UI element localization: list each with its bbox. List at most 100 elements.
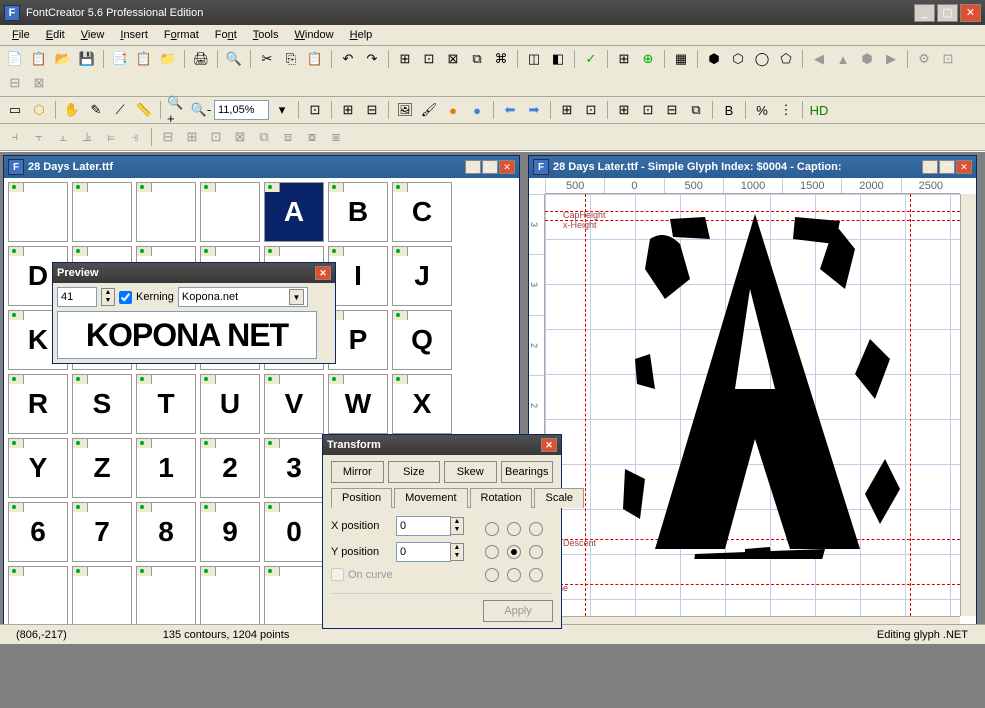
print-icon[interactable]: 🖨 (190, 48, 212, 70)
tool-s-icon[interactable]: ⚙ (913, 48, 935, 70)
paste2-icon[interactable]: 📋 (304, 48, 326, 70)
tool-f-icon[interactable]: ◫ (523, 48, 545, 70)
glyph-cell[interactable] (72, 182, 132, 242)
grid-b-icon[interactable]: ⊟ (361, 99, 383, 121)
lasso-icon[interactable]: ⬡ (28, 99, 50, 121)
align-a-icon[interactable]: ⫞ (4, 126, 26, 148)
glyph-cell[interactable]: 8 (136, 502, 196, 562)
glyph-cell[interactable]: Z (72, 438, 132, 498)
tool-a-icon[interactable]: ⊞ (394, 48, 416, 70)
paste-icon[interactable]: 📋 (133, 48, 155, 70)
glyph-cell[interactable]: S (72, 374, 132, 434)
dist-d-icon[interactable]: ⊠ (229, 126, 251, 148)
canvas-inner[interactable]: CapHeight x-Height Descent eline (545, 194, 960, 616)
dist-g-icon[interactable]: ⧇ (301, 126, 323, 148)
editor-min-button[interactable]: _ (922, 160, 938, 174)
tool-b-icon[interactable]: ⊡ (418, 48, 440, 70)
apply-button[interactable]: Apply (483, 600, 553, 622)
menu-insert[interactable]: Insert (112, 27, 156, 43)
bearings-button[interactable]: Bearings (501, 461, 554, 483)
tool-r-icon[interactable]: ▶ (880, 48, 902, 70)
guide-a-icon[interactable]: ⊞ (613, 99, 635, 121)
glyph-cell[interactable]: 2 (200, 438, 260, 498)
glyph-cell[interactable] (200, 566, 260, 626)
color2-icon[interactable]: ● (466, 99, 488, 121)
preview-size-input[interactable] (57, 287, 97, 307)
folder-icon[interactable]: 📁 (157, 48, 179, 70)
tab-scale[interactable]: Scale (534, 488, 584, 508)
glyph-cell[interactable]: I (328, 246, 388, 306)
oncurve-checkbox[interactable] (331, 568, 344, 581)
align-c-icon[interactable]: ⫠ (52, 126, 74, 148)
overview-close-button[interactable]: ✕ (499, 160, 515, 174)
color-icon[interactable]: ● (442, 99, 464, 121)
tool-d-icon[interactable]: ⧉ (466, 48, 488, 70)
dist-e-icon[interactable]: ⧉ (253, 126, 275, 148)
fit-icon[interactable]: ⊡ (304, 99, 326, 121)
tool-t-icon[interactable]: ⊡ (937, 48, 959, 70)
zoom-in-icon[interactable]: 🔍+ (166, 99, 188, 121)
tool-k-icon[interactable]: ⬢ (703, 48, 725, 70)
align-e-icon[interactable]: ⫢ (100, 126, 122, 148)
menu-file[interactable]: File (4, 27, 38, 43)
maximize-button[interactable]: ▢ (937, 4, 958, 22)
glyph-cell[interactable] (8, 182, 68, 242)
image-icon[interactable]: 🖼 (394, 99, 416, 121)
brush-icon[interactable]: 🖌 (418, 99, 440, 121)
tool-q-icon[interactable]: ⬢ (856, 48, 878, 70)
glyph-cell[interactable] (72, 566, 132, 626)
transform-header[interactable]: Transform ✕ (323, 435, 561, 455)
tool-g-icon[interactable]: ◧ (547, 48, 569, 70)
hand-icon[interactable]: ✋ (61, 99, 83, 121)
xpos-input[interactable] (396, 516, 451, 536)
scrollbar-v[interactable] (960, 194, 976, 616)
glyph-cell[interactable]: 7 (72, 502, 132, 562)
glyph-cell[interactable]: 0 (264, 502, 324, 562)
find-icon[interactable]: 🔍 (223, 48, 245, 70)
ypos-spinner[interactable]: ▲▼ (450, 543, 464, 561)
glyph-cell[interactable]: Y (8, 438, 68, 498)
glyph-cell[interactable]: A (264, 182, 324, 242)
snap-icon[interactable]: ⊡ (580, 99, 602, 121)
glyph-cell[interactable]: Q (392, 310, 452, 370)
menu-font[interactable]: Font (207, 27, 245, 43)
menu-help[interactable]: Help (342, 27, 381, 43)
glyph-shape[interactable] (595, 209, 915, 559)
zoom-out-icon[interactable]: 🔍- (190, 99, 212, 121)
tool-u-icon[interactable]: ⊟ (4, 72, 26, 94)
align-b-icon[interactable]: ⫟ (28, 126, 50, 148)
percent-icon[interactable]: % (751, 99, 773, 121)
tab-position[interactable]: Position (331, 488, 392, 508)
zoom-dropdown-icon[interactable]: ▾ (271, 99, 293, 121)
tool-h-icon[interactable]: ⊞ (613, 48, 635, 70)
glyph-cell[interactable]: V (264, 374, 324, 434)
tool-e-icon[interactable]: ⌘ (490, 48, 512, 70)
check-icon[interactable]: ✓ (580, 48, 602, 70)
menu-view[interactable]: View (73, 27, 113, 43)
glyph-cell[interactable]: P (328, 310, 388, 370)
glyph-cell[interactable] (136, 566, 196, 626)
editor-close-button[interactable]: ✕ (956, 160, 972, 174)
align-d-icon[interactable]: ⫡ (76, 126, 98, 148)
anchor-grid[interactable] (485, 522, 547, 587)
glyph-cell[interactable]: X (392, 374, 452, 434)
editor-titlebar[interactable]: F 28 Days Later.ttf - Simple Glyph Index… (529, 156, 976, 178)
grid-a-icon[interactable]: ⊞ (337, 99, 359, 121)
tool-o-icon[interactable]: ◀ (808, 48, 830, 70)
tab-movement[interactable]: Movement (394, 488, 467, 508)
close-button[interactable]: ✕ (960, 4, 981, 22)
pen-icon[interactable]: ✎ (85, 99, 107, 121)
tool-j-icon[interactable]: ▦ (670, 48, 692, 70)
glyph-cell[interactable]: 6 (8, 502, 68, 562)
glyph-cell[interactable]: T (136, 374, 196, 434)
hd-icon[interactable]: HD (808, 99, 830, 121)
grid-icon[interactable]: ⊞ (556, 99, 578, 121)
overview-max-button[interactable]: ▢ (482, 160, 498, 174)
glyph-cell[interactable]: 1 (136, 438, 196, 498)
ypos-input[interactable] (396, 542, 451, 562)
select-rect-icon[interactable]: ▭ (4, 99, 26, 121)
zoom-input[interactable] (214, 100, 269, 120)
mirror-button[interactable]: Mirror (331, 461, 384, 483)
glyph-cell[interactable] (264, 566, 324, 626)
dist-b-icon[interactable]: ⊞ (181, 126, 203, 148)
